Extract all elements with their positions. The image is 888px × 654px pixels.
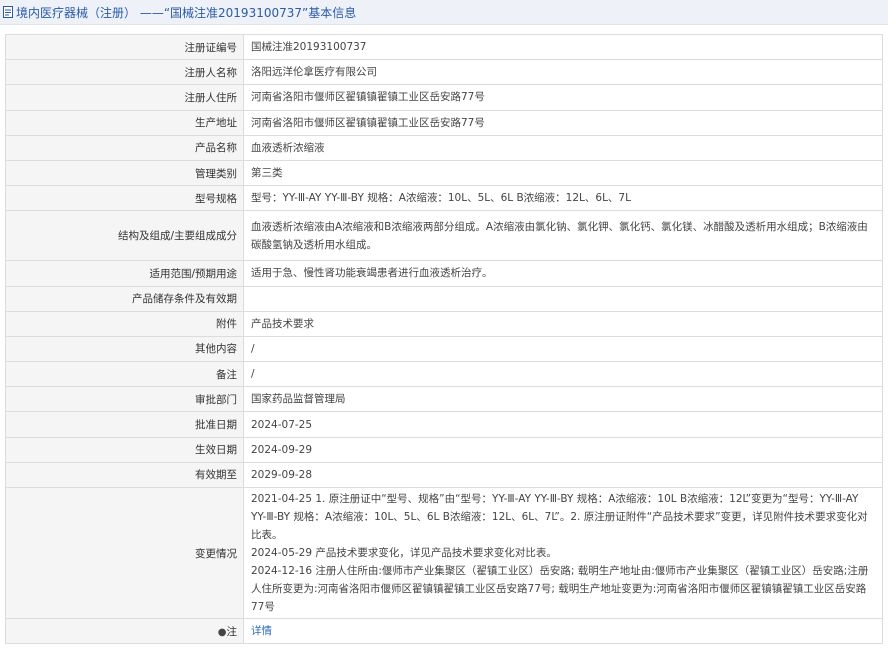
row-label: 审批部门 (5, 386, 244, 413)
row-label: 注 (226, 625, 238, 638)
table-row: 附件 产品技术要求 (5, 310, 883, 337)
table-row: 结构及组成/主要组成成分 血液透析浓缩液由A浓缩液和B浓缩液两部分组成。A浓缩液由… (5, 210, 883, 262)
row-label: 生产地址 (5, 109, 244, 136)
row-label: 适用范围/预期用途 (5, 260, 244, 287)
row-value: 型号：YY-Ⅲ-AY YY-Ⅲ-BY 规格：A浓缩液：10L、5L、6L B浓缩… (243, 185, 883, 212)
table-row: 适用范围/预期用途 适用于急、慢性肾功能衰竭患者进行血液透析治疗。 (5, 260, 883, 287)
row-label: 备注 (5, 361, 244, 388)
row-label: 结构及组成/主要组成成分 (5, 210, 244, 262)
row-label: 产品名称 (5, 134, 244, 161)
document-icon (3, 6, 13, 18)
row-label: 注册人名称 (5, 59, 244, 86)
row-value: 2024-07-25 (243, 411, 883, 438)
row-label: 批准日期 (5, 411, 244, 438)
row-value: 2024-09-29 (243, 436, 883, 463)
row-value: 河南省洛阳市偃师区翟镇镇翟镇工业区岳安路77号 (243, 109, 883, 136)
row-value: / (243, 335, 883, 363)
change-entry: 2024-12-16 注册人住所由:偃师市产业集聚区（翟镇工业区）岳安路; 载明… (251, 565, 869, 613)
row-value: 产品技术要求 (243, 310, 883, 337)
table-row-changes: 变更情况 2021-04-25 1. 原注册证中“型号、规格”由“型号：YY-Ⅲ… (5, 487, 883, 619)
table-row: 注册人住所 河南省洛阳市偃师区翟镇镇翟镇工业区岳安路77号 (5, 84, 883, 111)
row-label: 其他内容 (5, 335, 244, 363)
changes-value: 2021-04-25 1. 原注册证中“型号、规格”由“型号：YY-Ⅲ-AY Y… (243, 487, 883, 619)
row-value: 第三类 (243, 159, 883, 187)
change-entry: 2021-04-25 1. 原注册证中“型号、规格”由“型号：YY-Ⅲ-AY Y… (251, 493, 868, 541)
row-value: 血液透析浓缩液 (243, 134, 883, 161)
page-header: 境内医疗器械（注册） ——“国械注准20193100737”基本信息 (0, 0, 888, 25)
table-row: 注册人名称 洛阳远洋伦拿医疗有限公司 (5, 59, 883, 86)
row-value: 血液透析浓缩液由A浓缩液和B浓缩液两部分组成。A浓缩液由氯化钠、氯化钾、氯化钙、… (243, 210, 883, 262)
row-label: 变更情况 (5, 487, 244, 619)
row-value: 国械注准20193100737 (243, 33, 883, 61)
table-row: 产品储存条件及有效期 (5, 285, 883, 312)
table-row: 有效期至 2029-09-28 (5, 461, 883, 489)
details-link[interactable]: 详情 (251, 625, 272, 637)
table-row: 生效日期 2024-09-29 (5, 436, 883, 463)
table-row: 型号规格 型号：YY-Ⅲ-AY YY-Ⅲ-BY 规格：A浓缩液：10L、5L、6L… (5, 185, 883, 212)
row-value: 洛阳远洋伦拿医疗有限公司 (243, 59, 883, 86)
note-label-cell: ●注 (5, 617, 244, 645)
row-label: 有效期至 (5, 461, 244, 489)
info-table: 注册证编号 国械注准20193100737 注册人名称 洛阳远洋伦拿医疗有限公司 注… (5, 33, 883, 645)
row-value: 2029-09-28 (243, 461, 883, 489)
change-entry: 2024-05-29 产品技术要求变化，详见产品技术要求变化对比表。 (251, 547, 557, 559)
table-row: 管理类别 第三类 (5, 159, 883, 187)
table-row-note: ●注 详情 (5, 617, 883, 645)
row-value: 国家药品监督管理局 (243, 386, 883, 413)
row-label: 注册人住所 (5, 84, 244, 111)
table-row: 注册证编号 国械注准20193100737 (5, 33, 883, 61)
row-value: 适用于急、慢性肾功能衰竭患者进行血液透析治疗。 (243, 260, 883, 287)
table-row: 备注 / (5, 361, 883, 388)
table-row: 其他内容 / (5, 335, 883, 363)
row-value (243, 285, 883, 312)
row-label: 管理类别 (5, 159, 244, 187)
note-value-cell: 详情 (243, 617, 883, 645)
row-label: 生效日期 (5, 436, 244, 463)
row-value: / (243, 361, 883, 388)
pin-icon: ● (217, 626, 227, 638)
row-label: 产品储存条件及有效期 (5, 285, 244, 312)
page-title: 境内医疗器械（注册） ——“国械注准20193100737”基本信息 (16, 5, 357, 20)
row-value: 河南省洛阳市偃师区翟镇镇翟镇工业区岳安路77号 (243, 84, 883, 111)
row-label: 附件 (5, 310, 244, 337)
table-row: 产品名称 血液透析浓缩液 (5, 134, 883, 161)
row-label: 型号规格 (5, 185, 244, 212)
row-label: 注册证编号 (5, 33, 244, 61)
table-row: 生产地址 河南省洛阳市偃师区翟镇镇翟镇工业区岳安路77号 (5, 109, 883, 136)
table-row: 批准日期 2024-07-25 (5, 411, 883, 438)
table-row: 审批部门 国家药品监督管理局 (5, 386, 883, 413)
